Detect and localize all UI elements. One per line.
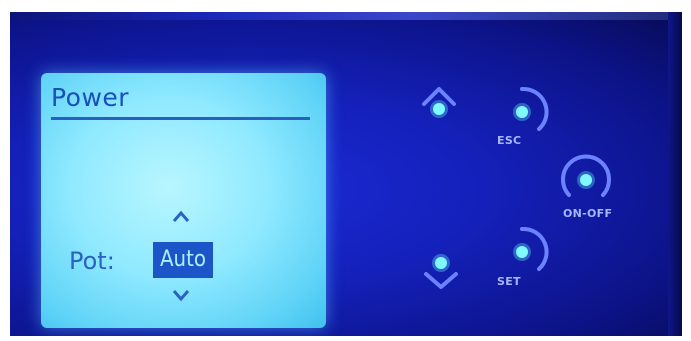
panel-top-edge <box>10 12 682 20</box>
pot-field-label: Pot: <box>69 247 115 275</box>
up-arrow-led-icon <box>422 87 456 118</box>
down-button[interactable] <box>414 240 468 294</box>
esc-button[interactable] <box>495 85 549 139</box>
chevron-up-icon <box>172 210 190 222</box>
esc-led-icon <box>513 86 549 131</box>
chevron-down-icon <box>172 290 190 302</box>
lcd-title: Power <box>51 83 130 112</box>
esc-label: ESC <box>497 134 522 147</box>
down-arrow-led-icon <box>424 254 458 289</box>
lcd-title-divider <box>51 117 310 120</box>
on-off-label: ON-OFF <box>563 207 613 220</box>
set-led-icon <box>513 226 549 271</box>
pot-field-value[interactable]: Auto <box>153 242 213 278</box>
lcd-display: Power Pot: Auto <box>41 73 326 328</box>
panel-right-edge <box>668 12 682 336</box>
up-button[interactable] <box>412 82 466 136</box>
set-label: SET <box>497 275 521 288</box>
set-button[interactable] <box>495 225 549 279</box>
on-off-button[interactable] <box>559 153 613 207</box>
power-led-icon <box>561 154 611 197</box>
control-panel: Power Pot: Auto ESC ON-OFF SET <box>10 12 682 336</box>
